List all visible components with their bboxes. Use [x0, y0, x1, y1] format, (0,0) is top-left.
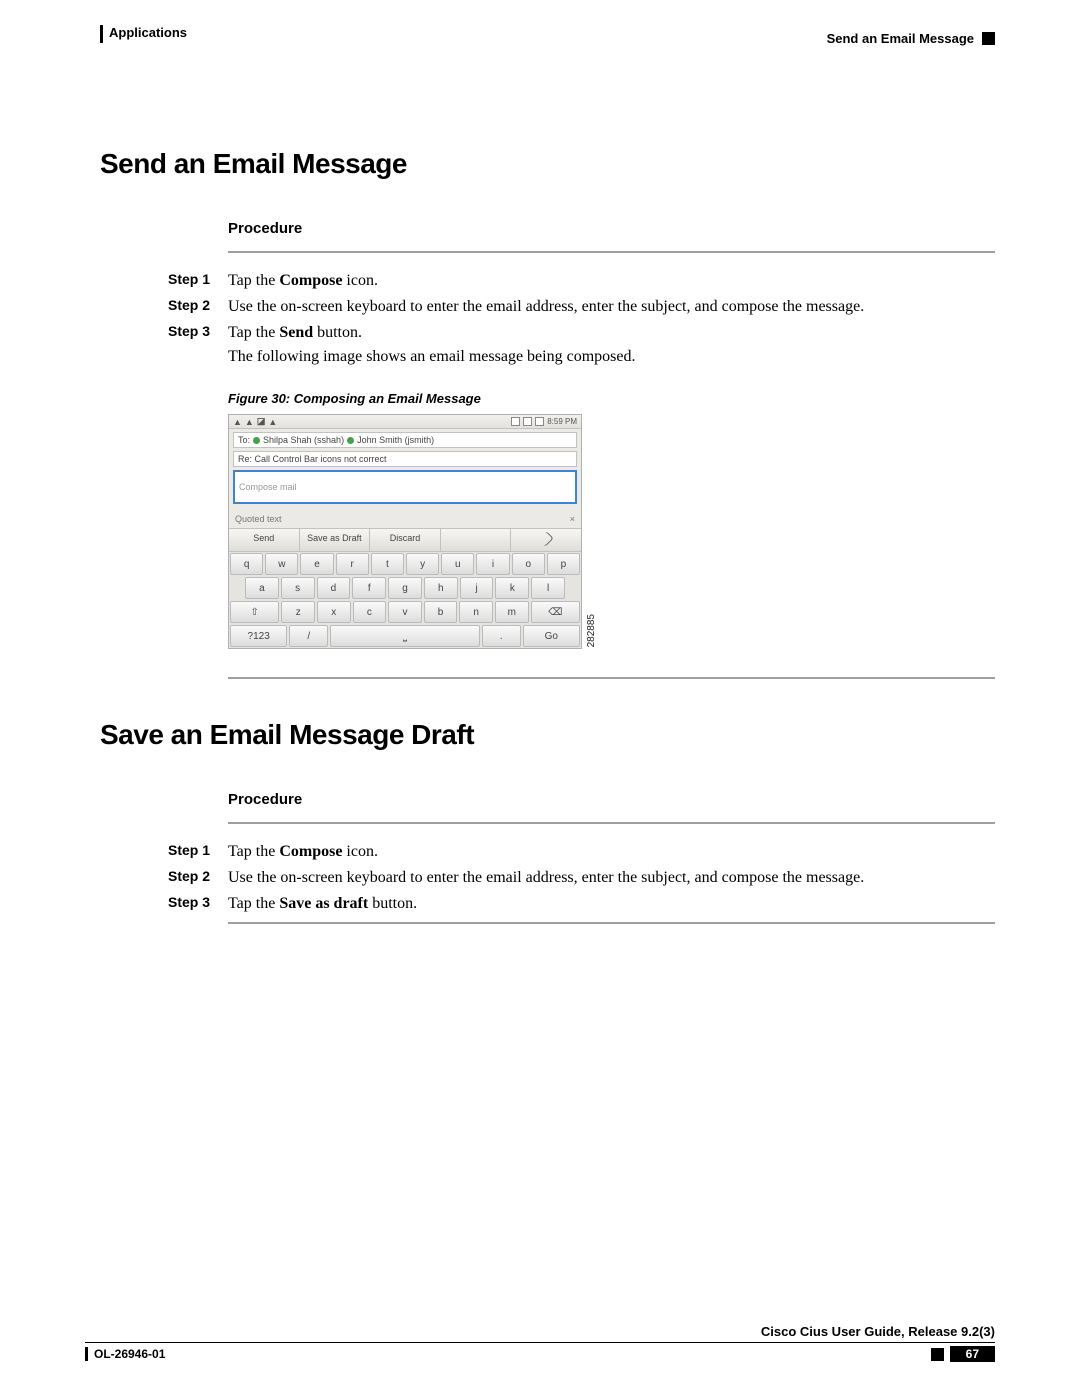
app-icon: ◪ — [257, 416, 266, 427]
key[interactable]: h — [424, 577, 458, 599]
key[interactable]: t — [371, 553, 404, 575]
compose-body-field[interactable]: Compose mail — [233, 470, 577, 504]
key[interactable]: v — [388, 601, 422, 623]
key[interactable]: o — [512, 553, 545, 575]
step-row: Step 2 Use the on-screen keyboard to ent… — [100, 295, 995, 319]
step-row: Step 2 Use the on-screen keyboard to ent… — [100, 866, 995, 890]
step-label: Step 2 — [100, 295, 228, 319]
key[interactable]: x — [317, 601, 351, 623]
space-key[interactable]: ⎵ — [330, 625, 480, 647]
key[interactable]: w — [265, 553, 298, 575]
statusbar-left: ▲ ▲ ◪ ▲ — [233, 416, 277, 427]
figure-caption: Figure 30: Composing an Email Message — [228, 391, 995, 406]
header-marker-icon — [982, 32, 995, 45]
footer-guide-title: Cisco Cius User Guide, Release 9.2(3) — [85, 1324, 995, 1343]
step-row: Step 3 Tap the Send button. The followin… — [100, 321, 995, 369]
discard-button[interactable]: Discard — [370, 529, 441, 551]
key[interactable]: d — [317, 577, 351, 599]
blank-button — [441, 529, 512, 551]
footer-doc-id: OL-26946-01 — [85, 1347, 165, 1361]
key[interactable]: y — [406, 553, 439, 575]
procedure-label: Procedure — [228, 791, 995, 808]
status-time: 8:59 PM — [547, 417, 577, 426]
key[interactable]: f — [352, 577, 386, 599]
key[interactable]: r — [336, 553, 369, 575]
send-button[interactable]: Send — [229, 529, 300, 551]
step-row: Step 1 Tap the Compose icon. — [100, 840, 995, 864]
key[interactable]: b — [424, 601, 458, 623]
step-text: Tap the Compose icon. — [228, 840, 995, 864]
status-icon — [535, 417, 544, 426]
close-icon[interactable]: × — [570, 514, 575, 524]
step-label: Step 1 — [100, 840, 228, 864]
section-heading-draft: Save an Email Message Draft — [100, 719, 995, 751]
subject-field[interactable]: Re: Call Control Bar icons not correct — [233, 451, 577, 467]
step-text: Use the on-screen keyboard to enter the … — [228, 295, 995, 319]
key[interactable]: z — [281, 601, 315, 623]
key[interactable]: s — [281, 577, 315, 599]
procedure-label: Procedure — [228, 220, 995, 237]
key[interactable]: q — [230, 553, 263, 575]
symbols-key[interactable]: ?123 — [230, 625, 287, 647]
step-text: Tap the Save as draft button. — [228, 892, 995, 916]
key[interactable]: a — [245, 577, 279, 599]
key[interactable]: c — [353, 601, 387, 623]
paperclip-icon — [538, 531, 554, 547]
shift-key[interactable]: ⇧ — [230, 601, 279, 623]
step-text: Tap the Send button. The following image… — [228, 321, 995, 369]
quoted-text-row[interactable]: Quoted text × — [235, 514, 575, 524]
recipient-field[interactable]: To: Shilpa Shah (sshah) John Smith (jsmi… — [233, 432, 577, 448]
footer-marker-icon — [931, 1348, 944, 1361]
key[interactable]: i — [476, 553, 509, 575]
attach-button[interactable] — [511, 529, 581, 551]
backspace-key[interactable]: ⌫ — [531, 601, 580, 623]
divider — [228, 677, 995, 679]
statusbar-right: 8:59 PM — [511, 417, 577, 426]
divider — [228, 822, 995, 824]
section-heading-send: Send an Email Message — [100, 148, 995, 180]
key[interactable]: j — [460, 577, 494, 599]
step-label: Step 3 — [100, 892, 228, 916]
key[interactable]: e — [300, 553, 333, 575]
step-row: Step 3 Tap the Save as draft button. — [100, 892, 995, 916]
key[interactable]: n — [459, 601, 493, 623]
step-text: Tap the Compose icon. — [228, 269, 995, 293]
key[interactable]: m — [495, 601, 529, 623]
figure-id: 282885 — [586, 614, 597, 647]
save-draft-button[interactable]: Save as Draft — [300, 529, 371, 551]
app-icon: ▲ — [245, 417, 254, 427]
status-icon — [511, 417, 520, 426]
key[interactable]: l — [531, 577, 565, 599]
divider — [228, 922, 995, 924]
key[interactable]: g — [388, 577, 422, 599]
header-section-title: Send an Email Message — [827, 31, 974, 46]
step-label: Step 3 — [100, 321, 228, 369]
go-key[interactable]: Go — [523, 625, 580, 647]
status-icon — [523, 417, 532, 426]
step-row: Step 1 Tap the Compose icon. — [100, 269, 995, 293]
key[interactable]: p — [547, 553, 580, 575]
figure-compose-email: ▲ ▲ ◪ ▲ 8:59 PM To: Shilpa Shah — [228, 414, 593, 649]
divider — [228, 251, 995, 253]
onscreen-keyboard[interactable]: q w e r t y u i o p a s d — [229, 552, 581, 648]
app-icon: ▲ — [268, 417, 277, 427]
presence-dot-icon — [347, 437, 354, 444]
step-label: Step 2 — [100, 866, 228, 890]
key[interactable]: / — [289, 625, 328, 647]
key[interactable]: u — [441, 553, 474, 575]
header-breadcrumb: Applications — [100, 25, 187, 43]
presence-dot-icon — [253, 437, 260, 444]
app-icon: ▲ — [233, 417, 242, 427]
key[interactable]: . — [482, 625, 521, 647]
step-text: Use the on-screen keyboard to enter the … — [228, 866, 995, 890]
page-number: 67 — [950, 1346, 995, 1362]
step-label: Step 1 — [100, 269, 228, 293]
key[interactable]: k — [495, 577, 529, 599]
